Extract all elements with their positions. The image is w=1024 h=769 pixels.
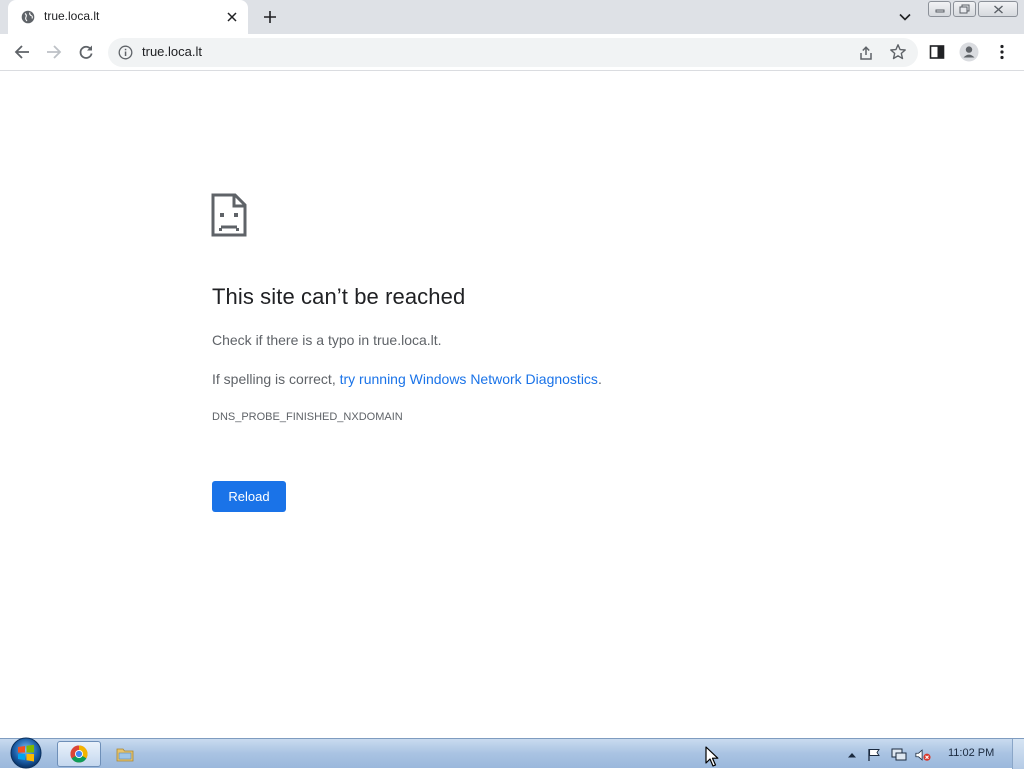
sad-page-icon — [211, 193, 247, 237]
tray-expand-button[interactable] — [844, 747, 860, 763]
restore-button[interactable] — [953, 1, 976, 17]
tray-action-center[interactable] — [866, 747, 882, 763]
plus-icon — [264, 11, 276, 23]
error-suggestion-diagnostics: If spelling is correct, try running Wind… — [212, 371, 602, 387]
system-clock[interactable]: 11:02 PM — [948, 747, 994, 759]
diagnostics-link[interactable]: try running Windows Network Diagnostics — [340, 371, 598, 387]
chevron-down-icon — [899, 13, 911, 21]
arrow-right-icon — [47, 45, 62, 59]
arrow-left-icon — [14, 45, 29, 59]
show-desktop-button[interactable] — [1012, 739, 1024, 769]
network-icon — [891, 748, 907, 761]
kebab-menu-icon — [1000, 44, 1004, 60]
error-page: This site can’t be reached Check if ther… — [0, 72, 1024, 738]
globe-icon — [21, 10, 35, 24]
address-bar[interactable]: true.loca.lt — [108, 38, 918, 67]
tab-strip: true.loca.lt — [0, 0, 1024, 34]
chrome-icon — [70, 745, 88, 763]
taskbar-explorer[interactable] — [103, 741, 147, 767]
tab-search-button[interactable] — [893, 6, 917, 28]
minimize-icon — [935, 9, 944, 13]
reload-button[interactable] — [72, 38, 100, 66]
tray-volume[interactable] — [915, 747, 931, 763]
menu-button[interactable] — [988, 38, 1016, 66]
error-code: DNS_PROBE_FINISHED_NXDOMAIN — [212, 411, 403, 423]
star-icon[interactable] — [889, 43, 907, 61]
tray-network[interactable] — [891, 747, 907, 763]
volume-muted-icon — [915, 749, 931, 761]
forward-button[interactable] — [40, 38, 68, 66]
info-icon[interactable] — [118, 45, 133, 60]
close-icon — [993, 4, 1003, 14]
restore-icon — [959, 4, 970, 14]
mouse-cursor-icon — [705, 746, 719, 767]
new-tab-button[interactable] — [258, 6, 282, 28]
tab-title: true.loca.lt — [44, 9, 100, 23]
side-panel-icon — [929, 45, 945, 59]
flag-icon — [868, 749, 880, 761]
taskbar-chrome[interactable] — [57, 741, 101, 767]
diagnostics-suffix: . — [597, 371, 602, 387]
error-title: This site can’t be reached — [212, 284, 466, 309]
error-suggestion-typo: Check if there is a typo in true.loca.lt… — [212, 332, 442, 348]
folder-icon — [116, 748, 134, 762]
url-text[interactable]: true.loca.lt — [142, 44, 202, 59]
triangle-up-icon — [848, 753, 856, 758]
start-button[interactable] — [6, 737, 46, 769]
tab-close-button[interactable] — [224, 9, 240, 25]
browser-tab[interactable]: true.loca.lt — [8, 0, 248, 34]
reload-icon — [79, 45, 93, 59]
minimize-button[interactable] — [928, 1, 951, 17]
diagnostics-prefix: If spelling is correct, — [212, 371, 340, 387]
close-window-button[interactable] — [978, 1, 1018, 17]
share-icon[interactable] — [857, 44, 875, 62]
person-icon — [959, 42, 979, 62]
close-icon — [227, 12, 237, 22]
profile-button[interactable] — [955, 38, 983, 66]
taskbar: 11:02 PM — [0, 737, 1024, 769]
back-button[interactable] — [8, 38, 36, 66]
browser-toolbar: true.loca.lt — [0, 34, 1024, 71]
side-panel-button[interactable] — [923, 38, 951, 66]
reload-page-button[interactable]: Reload — [212, 481, 286, 512]
